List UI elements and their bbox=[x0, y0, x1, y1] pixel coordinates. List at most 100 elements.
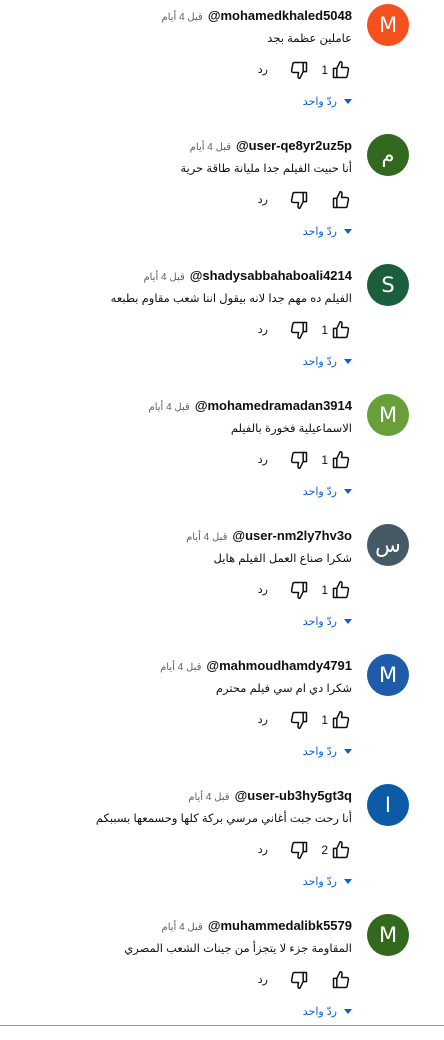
view-replies-button[interactable]: ردّ واحد bbox=[303, 485, 352, 498]
thumbs-down-icon bbox=[290, 451, 308, 470]
comment-text: شكرا صناع العمل الفيلم هايل bbox=[213, 553, 352, 565]
like-count: 2 bbox=[321, 843, 328, 857]
comment-time[interactable]: قبل 4 أيام bbox=[162, 12, 203, 23]
thumbs-down-icon bbox=[290, 191, 308, 210]
like-button[interactable] bbox=[330, 579, 352, 601]
view-replies-button[interactable]: ردّ واحد bbox=[303, 225, 352, 238]
author-handle[interactable]: @mohamedramadan3914 bbox=[195, 398, 352, 413]
replies-label: ردّ واحد bbox=[302, 746, 337, 758]
reply-button[interactable]: رد bbox=[258, 63, 268, 76]
comment-text: الفيلم ده مهم جدا لانه بيقول اننا شعب مق… bbox=[110, 293, 352, 305]
comment-time[interactable]: قبل 4 أيام bbox=[162, 922, 203, 933]
avatar[interactable]: M bbox=[367, 654, 409, 696]
reply-button[interactable]: رد bbox=[258, 973, 268, 986]
like-button[interactable] bbox=[330, 839, 352, 861]
like-button[interactable] bbox=[330, 59, 352, 81]
like-count: 1 bbox=[321, 63, 328, 77]
like-button[interactable] bbox=[330, 709, 352, 731]
comment-time[interactable]: قبل 4 أيام bbox=[149, 402, 190, 413]
comment-time[interactable]: قبل 4 أيام bbox=[160, 662, 201, 673]
view-replies-button[interactable]: ردّ واحد bbox=[303, 615, 352, 628]
avatar-letter: I bbox=[384, 793, 392, 817]
comment-text: الاسماعيلية فخورة بالفيلم bbox=[230, 423, 352, 435]
comment-time[interactable]: قبل 4 أيام bbox=[186, 532, 227, 543]
view-replies-button[interactable]: ردّ واحد bbox=[303, 875, 352, 888]
reply-button[interactable]: رد bbox=[258, 583, 268, 596]
comment-time[interactable]: قبل 4 أيام bbox=[143, 272, 184, 283]
like-button[interactable] bbox=[330, 189, 352, 211]
thumbs-up-icon bbox=[332, 60, 350, 79]
avatar-letter: S bbox=[381, 273, 395, 297]
reply-button[interactable]: رد bbox=[258, 453, 268, 466]
comment: I @user-ub3hy5gt3q قبل 4 أيام أنا رحت جب… bbox=[0, 780, 444, 910]
caret-down-icon bbox=[344, 489, 352, 494]
replies-label: ردّ واحد bbox=[302, 486, 337, 498]
thumbs-down-icon bbox=[290, 841, 308, 860]
like-button[interactable] bbox=[330, 969, 352, 991]
comment-actions: 1 رد bbox=[232, 319, 352, 341]
dislike-button[interactable] bbox=[288, 579, 310, 601]
thumbs-up-icon bbox=[332, 320, 350, 339]
dislike-button[interactable] bbox=[288, 319, 310, 341]
comment-header: @mohamedramadan3914 قبل 4 أيام bbox=[149, 398, 352, 414]
like-count: 1 bbox=[321, 713, 328, 727]
comment-time[interactable]: قبل 4 أيام bbox=[188, 792, 229, 803]
author-handle[interactable]: @user-qe8yr2uz5p bbox=[236, 138, 352, 153]
view-replies-button[interactable]: ردّ واحد bbox=[303, 355, 352, 368]
thumbs-up-icon bbox=[332, 970, 350, 989]
comment-header: @muhammedalibk5579 قبل 4 أيام bbox=[162, 918, 352, 934]
thumbs-down-icon bbox=[290, 711, 308, 730]
avatar[interactable]: I bbox=[367, 784, 409, 826]
reply-button[interactable]: رد bbox=[258, 713, 268, 726]
caret-down-icon bbox=[344, 1009, 352, 1014]
author-handle[interactable]: @shadysabbahaboali4214 bbox=[190, 268, 352, 283]
dislike-button[interactable] bbox=[288, 969, 310, 991]
avatar[interactable]: M bbox=[367, 394, 409, 436]
reply-button[interactable]: رد bbox=[258, 323, 268, 336]
replies-label: ردّ واحد bbox=[302, 96, 337, 108]
view-replies-button[interactable]: ردّ واحد bbox=[303, 95, 352, 108]
comment-actions: 1 رد bbox=[232, 709, 352, 731]
avatar[interactable]: م bbox=[367, 134, 409, 176]
dislike-button[interactable] bbox=[288, 189, 310, 211]
like-button[interactable] bbox=[330, 319, 352, 341]
avatar[interactable]: M bbox=[367, 4, 409, 46]
comment: M @mahmoudhamdy4791 قبل 4 أيام شكرا دي ا… bbox=[0, 650, 444, 780]
avatar[interactable]: M bbox=[367, 914, 409, 956]
author-handle[interactable]: @mohamedkhaled5048 bbox=[208, 8, 352, 23]
avatar[interactable]: س bbox=[367, 524, 409, 566]
comment-header: @user-nm2ly7hv3o قبل 4 أيام bbox=[186, 528, 352, 544]
view-replies-button[interactable]: ردّ واحد bbox=[303, 1005, 352, 1018]
like-button[interactable] bbox=[330, 449, 352, 471]
author-handle[interactable]: @mahmoudhamdy4791 bbox=[206, 658, 352, 673]
dislike-button[interactable] bbox=[288, 449, 310, 471]
avatar-letter: م bbox=[381, 143, 395, 167]
reply-button[interactable]: رد bbox=[258, 843, 268, 856]
view-replies-button[interactable]: ردّ واحد bbox=[303, 745, 352, 758]
caret-down-icon bbox=[344, 99, 352, 104]
caret-down-icon bbox=[344, 879, 352, 884]
comment-time[interactable]: قبل 4 أيام bbox=[190, 142, 231, 153]
caret-down-icon bbox=[344, 359, 352, 364]
author-handle[interactable]: @user-nm2ly7hv3o bbox=[232, 528, 352, 543]
comment: س @user-nm2ly7hv3o قبل 4 أيام شكرا صناع … bbox=[0, 520, 444, 650]
comment: M @mohamedkhaled5048 قبل 4 أيام عاملين ع… bbox=[0, 0, 444, 130]
avatar[interactable]: S bbox=[367, 264, 409, 306]
thumbs-down-icon bbox=[290, 971, 308, 990]
comment-header: @shadysabbahaboali4214 قبل 4 أيام bbox=[143, 268, 352, 284]
dislike-button[interactable] bbox=[288, 839, 310, 861]
comment-header: @user-qe8yr2uz5p قبل 4 أيام bbox=[190, 138, 352, 154]
replies-label: ردّ واحد bbox=[302, 226, 337, 238]
author-handle[interactable]: @muhammedalibk5579 bbox=[208, 918, 352, 933]
avatar-letter: M bbox=[378, 923, 398, 947]
reply-button[interactable]: رد bbox=[258, 193, 268, 206]
author-handle[interactable]: @user-ub3hy5gt3q bbox=[235, 788, 352, 803]
comment-text: شكرا دي ام سي فيلم محترم bbox=[215, 683, 352, 695]
comment-header: @mahmoudhamdy4791 قبل 4 أيام bbox=[160, 658, 352, 674]
avatar-letter: س bbox=[375, 533, 401, 557]
comments-list: M @mohamedkhaled5048 قبل 4 أيام عاملين ع… bbox=[0, 0, 444, 1040]
dislike-button[interactable] bbox=[288, 59, 310, 81]
dislike-button[interactable] bbox=[288, 709, 310, 731]
replies-label: ردّ واحد bbox=[302, 876, 337, 888]
comment-actions: 1 رد bbox=[232, 449, 352, 471]
